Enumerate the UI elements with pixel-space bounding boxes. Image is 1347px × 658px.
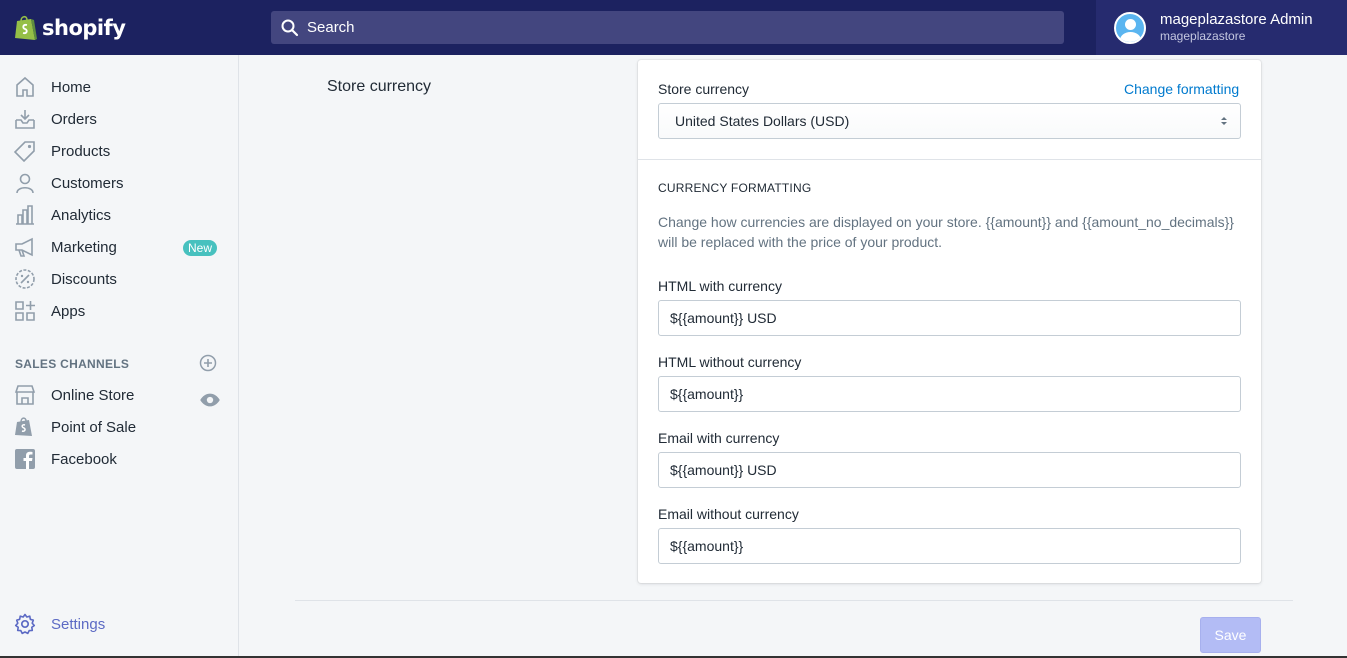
- home-icon: [16, 76, 34, 97]
- sidebar-item-settings[interactable]: Settings: [0, 608, 238, 640]
- facebook-icon: [15, 449, 35, 469]
- user-menu[interactable]: mageplazastore Admin mageplazastore: [1096, 0, 1347, 55]
- top-bar: shopify mageplazastore Admin mageplazast…: [0, 0, 1347, 55]
- sidebar-item-discounts[interactable]: Discounts: [0, 263, 238, 295]
- sidebar-item-label: Marketing: [51, 238, 117, 256]
- currency-select[interactable]: United States Dollars (USD): [658, 103, 1241, 139]
- gear-icon: [14, 613, 36, 635]
- sidebar-item-facebook[interactable]: Facebook: [0, 443, 238, 475]
- sidebar-item-online-store[interactable]: Online Store: [0, 379, 238, 411]
- shopify-bag-icon: [15, 417, 32, 436]
- sidebar-item-label: Apps: [51, 302, 86, 320]
- sidebar-item-label: Point of Sale: [51, 418, 137, 436]
- formatting-description: Change how currencies are displayed on y…: [658, 214, 1234, 250]
- store-icon: [14, 385, 36, 405]
- bar-chart-icon: [16, 205, 34, 225]
- sidebar-item-home[interactable]: Home: [0, 71, 238, 103]
- formatting-title: CURRENCY FORMATTING: [658, 181, 812, 195]
- email-without-currency-field[interactable]: [658, 528, 1241, 564]
- search-icon: [281, 19, 299, 36]
- add-circle-icon[interactable]: [199, 354, 217, 372]
- html-with-currency-field[interactable]: [658, 300, 1241, 336]
- sales-channels-title: SALES CHANNELS: [15, 357, 130, 371]
- sidebar-item-customers[interactable]: Customers: [0, 167, 238, 199]
- divider: [295, 600, 1293, 601]
- store-currency-card: Store currency Change formatting United …: [638, 60, 1261, 583]
- apps-icon: [15, 301, 35, 321]
- sidebar-item-label: Home: [51, 78, 92, 96]
- eye-icon[interactable]: [199, 389, 221, 411]
- sidebar-item-marketing[interactable]: Marketing New: [0, 231, 238, 263]
- sidebar-item-label: Facebook: [51, 450, 117, 468]
- field-label: HTML with currency: [658, 278, 782, 294]
- search-bar[interactable]: [271, 11, 1064, 44]
- save-button[interactable]: Save: [1200, 617, 1261, 653]
- field-label: Email with currency: [658, 430, 780, 446]
- sidebar-item-point-of-sale[interactable]: Point of Sale: [0, 411, 238, 443]
- card-section-currency: Store currency Change formatting United …: [638, 60, 1261, 160]
- avatar: [1114, 11, 1146, 44]
- sidebar-item-label: Discounts: [51, 270, 117, 288]
- currency-label: Store currency: [658, 81, 750, 97]
- email-with-currency-field[interactable]: [658, 452, 1241, 488]
- sidebar-item-orders[interactable]: Orders: [0, 103, 238, 135]
- sidebar-item-products[interactable]: Products: [0, 135, 238, 167]
- sidebar-item-apps[interactable]: Apps: [0, 295, 238, 327]
- sidebar-item-analytics[interactable]: Analytics: [0, 199, 238, 231]
- discount-icon: [15, 269, 35, 289]
- html-without-currency-field[interactable]: [658, 376, 1241, 412]
- sidebar-item-label: Customers: [51, 174, 124, 192]
- user-name: mageplazastore Admin: [1160, 10, 1313, 28]
- sidebar-item-label: Online Store: [51, 386, 135, 404]
- orders-icon: [15, 110, 35, 129]
- sidebar-item-label: Analytics: [51, 206, 112, 224]
- tag-icon: [14, 141, 35, 162]
- sidebar-item-label: Settings: [51, 615, 106, 633]
- select-arrows-icon: [1221, 117, 1227, 125]
- currency-select-value: United States Dollars (USD): [675, 113, 850, 129]
- section-title: Store currency: [327, 78, 432, 95]
- sidebar-item-label: Products: [51, 142, 111, 160]
- sidebar-item-label: Orders: [51, 110, 97, 128]
- field-label: Email without currency: [658, 506, 799, 522]
- shopify-logo[interactable]: shopify: [0, 0, 239, 55]
- megaphone-icon: [15, 237, 33, 257]
- user-store: mageplazastore: [1160, 29, 1246, 44]
- person-icon: [16, 173, 34, 194]
- new-badge: New: [183, 240, 218, 256]
- brand-name: shopify: [42, 15, 126, 40]
- field-label: HTML without currency: [658, 354, 802, 370]
- search-input[interactable]: [307, 19, 1047, 36]
- sidebar: Home Orders Products Customers Analytics…: [0, 55, 239, 658]
- change-formatting-link[interactable]: Change formatting: [1124, 81, 1239, 97]
- shopify-bag-icon: [15, 15, 37, 40]
